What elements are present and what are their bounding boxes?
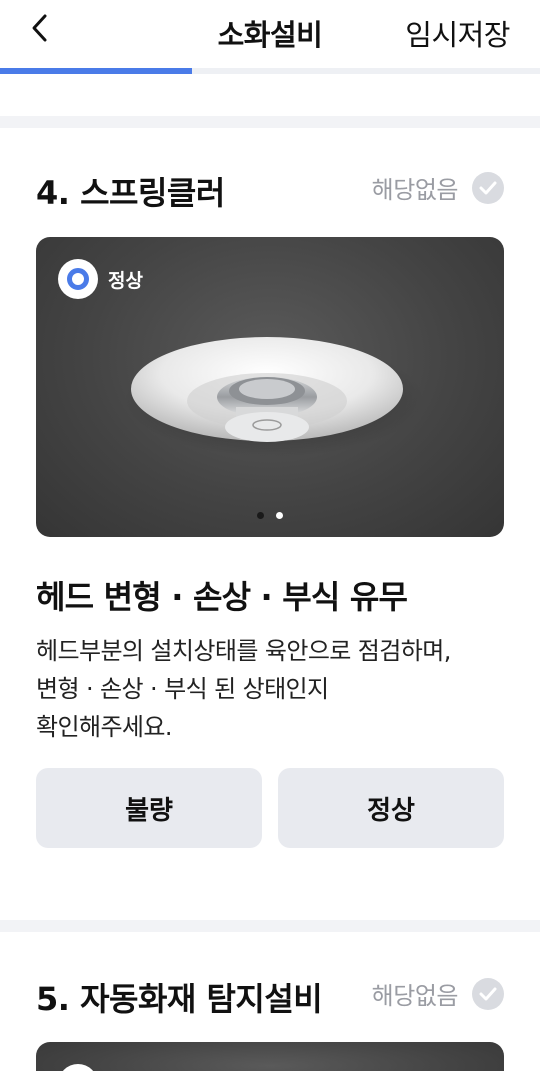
not-applicable-label: 해당없음 bbox=[371, 176, 459, 204]
radio-selected-icon bbox=[58, 1064, 98, 1071]
not-applicable-toggle-sprinkler[interactable]: 해당없음 bbox=[372, 170, 504, 205]
carousel-indicator bbox=[36, 512, 504, 519]
check-icon bbox=[472, 977, 504, 1010]
status-label: 정상 bbox=[108, 269, 143, 292]
fire-detection-photo-carousel[interactable] bbox=[36, 1042, 504, 1071]
section-divider bbox=[0, 116, 540, 128]
defective-button[interactable]: 불량 bbox=[36, 768, 262, 848]
not-applicable-toggle-fire-detection[interactable]: 해당없음 bbox=[372, 976, 504, 1011]
status-chip: 정상 bbox=[58, 259, 143, 299]
progress-bar-fill bbox=[0, 68, 192, 74]
temp-save-button[interactable]: 임시저장 bbox=[405, 12, 510, 54]
section-divider bbox=[0, 920, 540, 932]
progress-bar bbox=[0, 68, 540, 74]
status-chip bbox=[58, 1064, 98, 1071]
section-title-fire-detection: 5. 자동화재 탐지설비 bbox=[36, 980, 323, 1018]
carousel-dot-active[interactable] bbox=[276, 512, 283, 519]
top-app-bar: 소화설비 임시저장 bbox=[0, 0, 540, 68]
carousel-dot[interactable] bbox=[257, 512, 264, 519]
section-title-sprinkler: 4. 스프링클러 bbox=[36, 174, 225, 212]
normal-button[interactable]: 정상 bbox=[278, 768, 504, 848]
not-applicable-label: 해당없음 bbox=[371, 982, 459, 1010]
check-item-description: 헤드부분의 설치상태를 육안으로 점검하며, 변형 · 손상 · 부식 된 상태… bbox=[36, 632, 516, 746]
radio-selected-icon bbox=[58, 259, 98, 299]
check-item-title: 헤드 변형 · 손상 · 부식 유무 bbox=[36, 578, 408, 616]
description-line: 변형 · 손상 · 부식 된 상태인지 bbox=[36, 675, 329, 703]
sprinkler-photo-carousel[interactable]: 정상 bbox=[36, 237, 504, 537]
description-line: 헤드부분의 설치상태를 육안으로 점검하며, bbox=[36, 637, 451, 665]
description-line: 확인해주세요. bbox=[36, 713, 173, 741]
check-icon bbox=[472, 171, 504, 204]
